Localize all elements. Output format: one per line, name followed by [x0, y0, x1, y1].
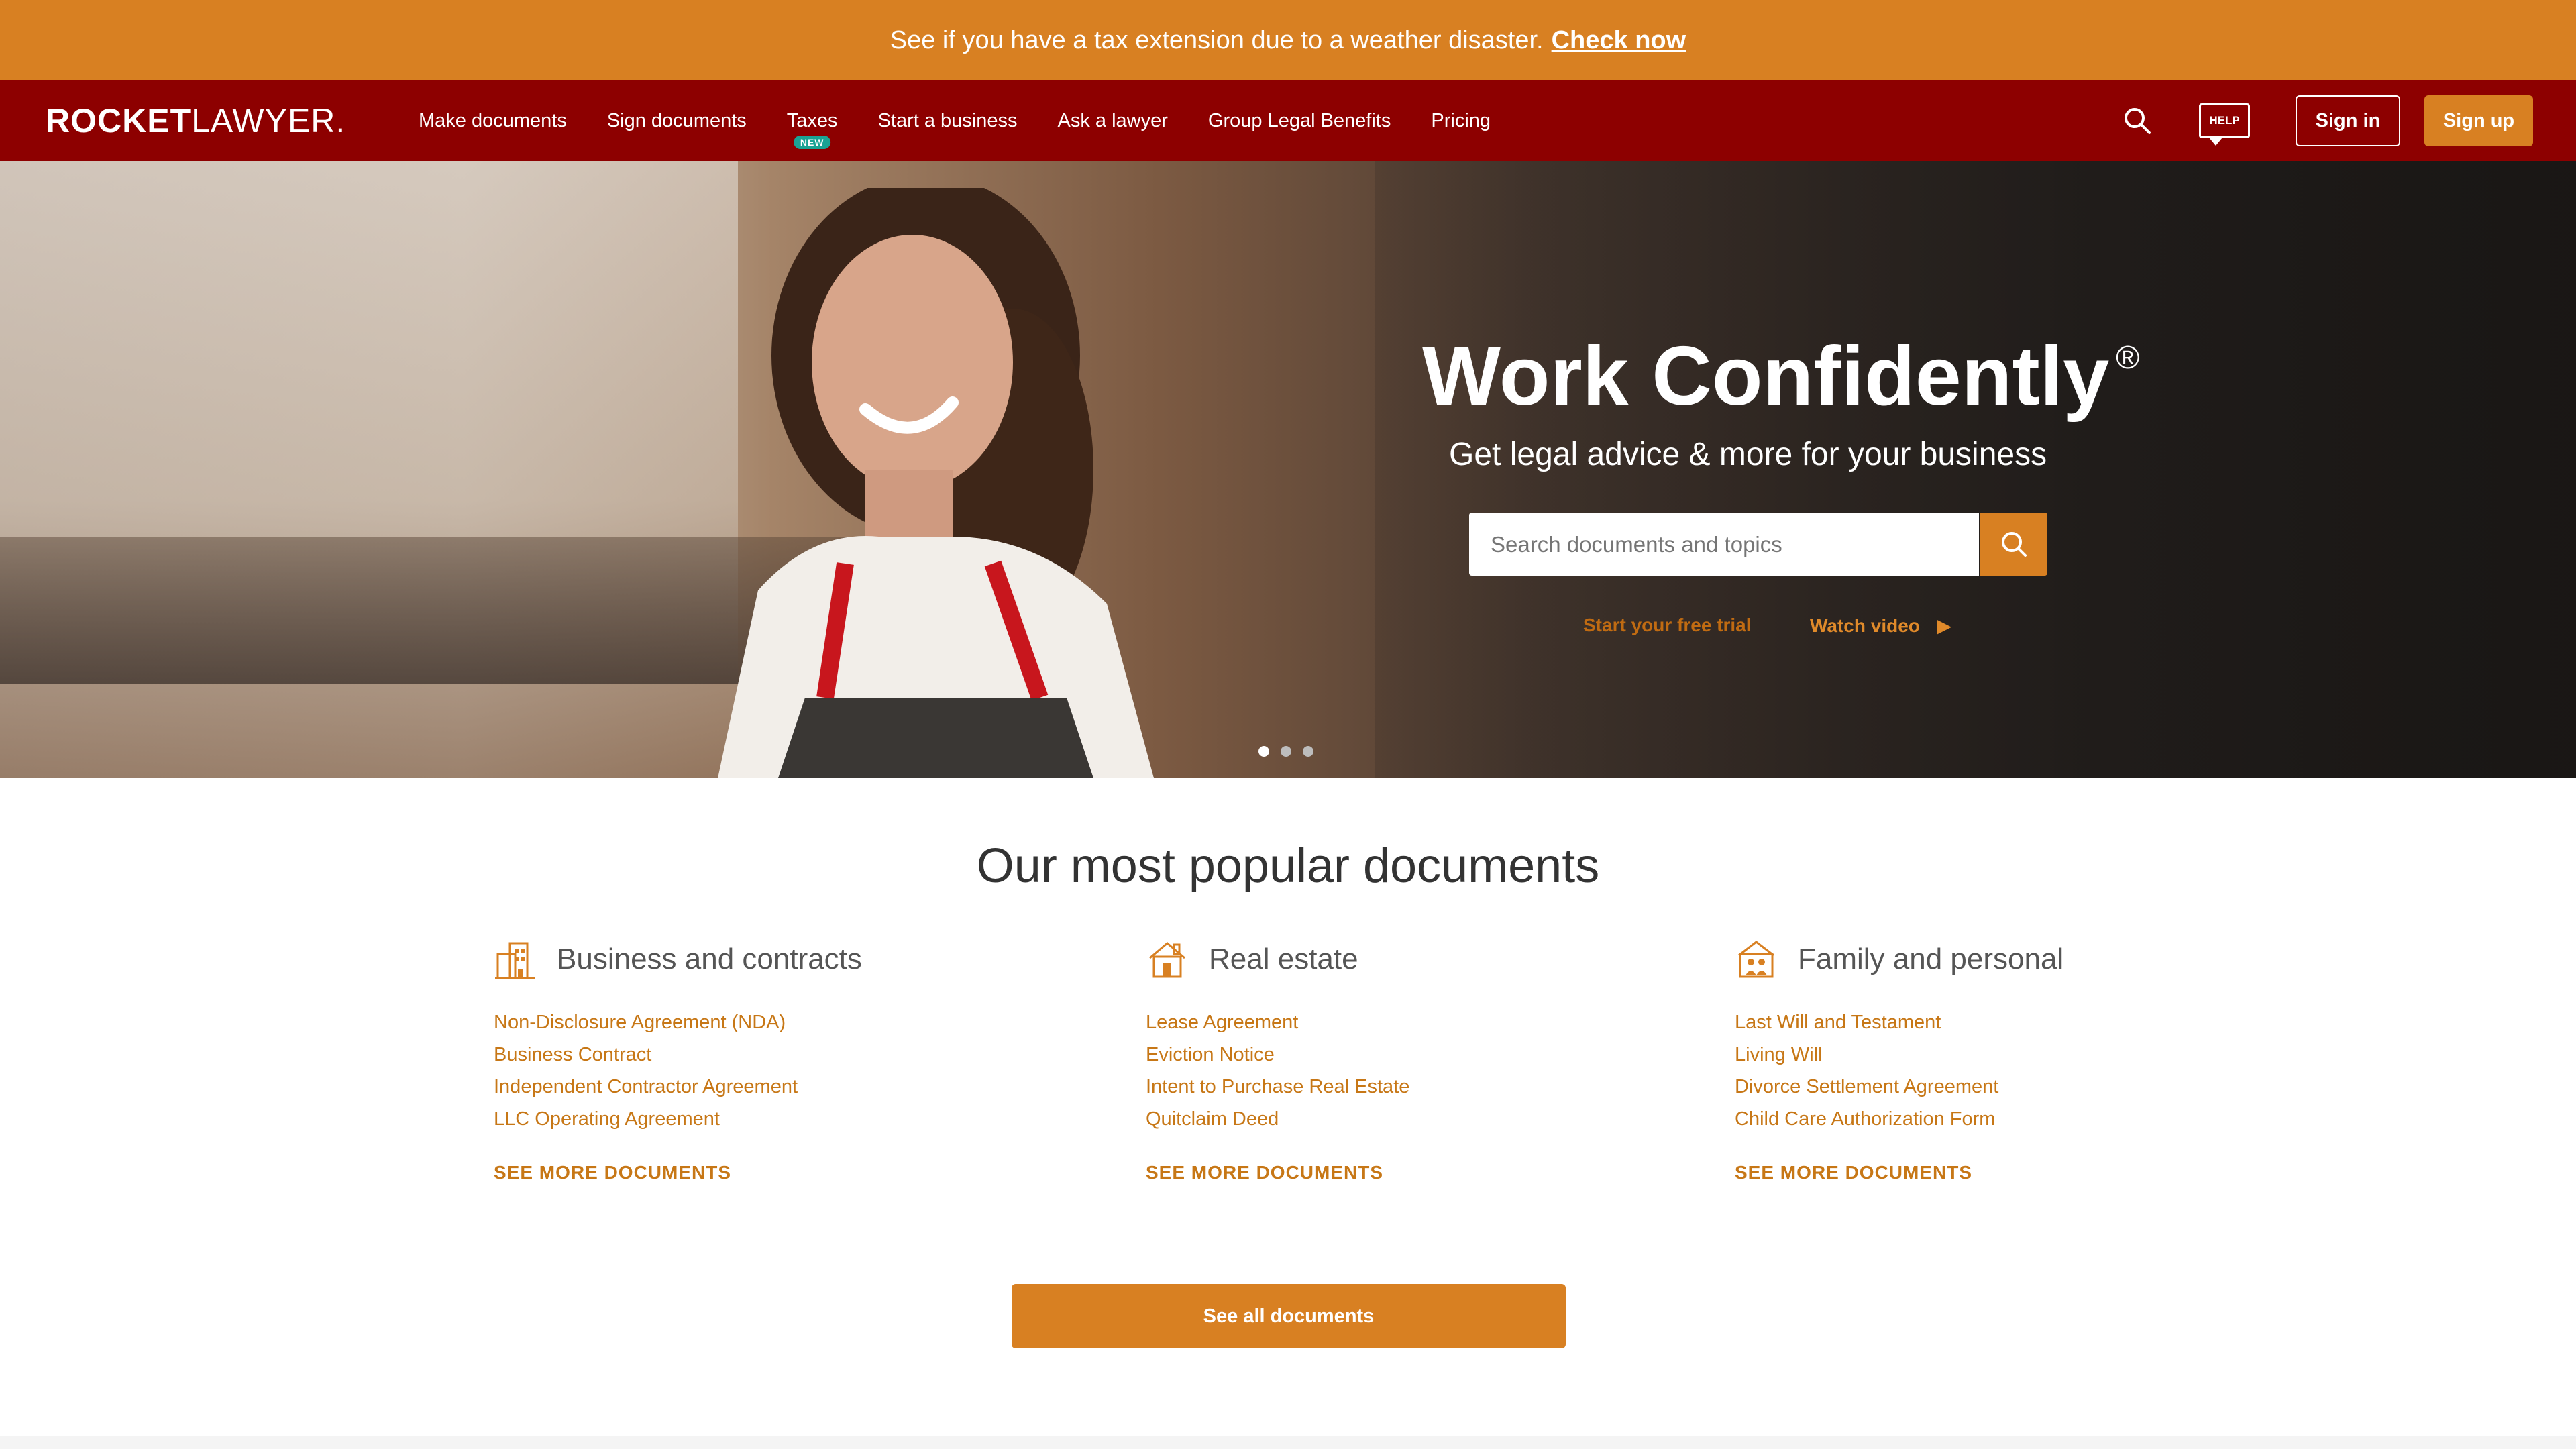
doc-link[interactable]: LLC Operating Agreement — [494, 1103, 862, 1135]
search-button[interactable] — [1980, 513, 2047, 576]
hero-photo-woman — [718, 188, 1154, 778]
carousel-dots — [1258, 746, 1325, 757]
hero-bg-left — [0, 161, 738, 778]
family-icon — [1738, 941, 1774, 978]
search-icon — [2002, 532, 2027, 557]
registered-mark: ® — [2116, 340, 2140, 376]
search-input[interactable] — [1469, 513, 1962, 577]
nav-taxes[interactable]: Taxes NEW — [786, 109, 838, 149]
doc-link[interactable]: Quitclaim Deed — [1146, 1103, 1409, 1135]
nav-right: HELP Sign in Sign up — [2123, 80, 2533, 161]
sign-in-button[interactable]: Sign in — [2296, 95, 2400, 146]
see-more-link[interactable]: SEE MORE DOCUMENTS — [1146, 1162, 1409, 1183]
house-icon — [1149, 942, 1185, 978]
hero-subtitle: Get legal advice & more for your busines… — [1449, 437, 2047, 472]
watch-video-label: Watch video — [1810, 615, 1920, 636]
rocket-lawyer-logo[interactable]: ROCKET LAWYER. — [46, 80, 345, 161]
alert-banner: See if you have a tax extension due to a… — [0, 0, 2576, 80]
alert-text: See if you have a tax extension due to a… — [890, 25, 1544, 54]
hero-banner: Work Confidently ® Get legal advice & mor… — [0, 161, 2576, 778]
hero-title-text: Work Confidently — [1422, 330, 2110, 423]
nav-start-business[interactable]: Start a business — [878, 110, 1018, 132]
search-icon[interactable] — [2123, 106, 2152, 136]
carousel-dot-3[interactable] — [1303, 746, 1313, 757]
help-label: HELP — [2209, 114, 2240, 127]
doc-link[interactable]: Last Will and Testament — [1735, 1006, 2063, 1038]
see-more-link[interactable]: SEE MORE DOCUMENTS — [1735, 1162, 2063, 1183]
doc-link[interactable]: Business Contract — [494, 1038, 862, 1071]
column-title: Family and personal — [1798, 943, 2064, 975]
logo-bold: ROCKET — [46, 102, 192, 140]
free-trial-link[interactable]: Start your free trial — [1583, 614, 1752, 636]
sign-up-button[interactable]: Sign up — [2424, 95, 2533, 146]
column-title: Real estate — [1209, 943, 1358, 975]
doc-link[interactable]: Child Care Authorization Form — [1735, 1103, 2063, 1135]
nav-taxes-label: Taxes — [786, 109, 838, 131]
main-nav: ROCKET LAWYER. Make documents Sign docume… — [0, 80, 2576, 161]
doc-link[interactable]: Divorce Settlement Agreement — [1735, 1071, 2063, 1103]
popular-documents-title: Our most popular documents — [976, 839, 1600, 893]
play-icon: ▶ — [1937, 615, 1952, 636]
nav-pricing[interactable]: Pricing — [1431, 110, 1491, 132]
logo-mark: . — [335, 102, 346, 140]
logo-light: LAWYER — [191, 102, 336, 140]
column-header: Family and personal — [1735, 932, 2063, 986]
column-header: Business and contracts — [494, 932, 862, 986]
doc-link[interactable]: Intent to Purchase Real Estate — [1146, 1071, 1409, 1103]
column-real-estate: Real estate Lease Agreement Eviction Not… — [1146, 932, 1409, 1183]
see-more-link[interactable]: SEE MORE DOCUMENTS — [494, 1162, 862, 1183]
check-now-link[interactable]: Check now — [1552, 26, 1686, 55]
doc-link[interactable]: Non-Disclosure Agreement (NDA) — [494, 1006, 862, 1038]
column-header: Real estate — [1146, 932, 1409, 986]
hero-search-box — [1469, 513, 1979, 577]
doc-link[interactable]: Eviction Notice — [1146, 1038, 1409, 1071]
watch-video-link[interactable]: Watch video ▶ — [1810, 614, 1951, 637]
column-business: Business and contracts Non-Disclosure Ag… — [494, 932, 862, 1183]
building-icon — [495, 942, 535, 979]
hero-title: Work Confidently ® — [1422, 329, 2140, 424]
nav-make-documents[interactable]: Make documents — [419, 110, 567, 132]
doc-link[interactable]: Independent Contractor Agreement — [494, 1071, 862, 1103]
column-title: Business and contracts — [557, 943, 862, 975]
carousel-dot-1[interactable] — [1258, 746, 1269, 757]
nav-links: Make documents Sign documents Taxes NEW … — [419, 80, 1531, 161]
see-all-documents-button[interactable]: See all documents — [1012, 1284, 1566, 1348]
new-badge: NEW — [793, 135, 831, 149]
nav-ask-lawyer[interactable]: Ask a lawyer — [1058, 110, 1168, 132]
footer-strip — [0, 1436, 2576, 1449]
column-family: Family and personal Last Will and Testam… — [1735, 932, 2063, 1183]
nav-group-legal-benefits[interactable]: Group Legal Benefits — [1208, 110, 1391, 132]
doc-link[interactable]: Living Will — [1735, 1038, 2063, 1071]
nav-sign-documents[interactable]: Sign documents — [607, 110, 747, 132]
carousel-dot-2[interactable] — [1281, 746, 1291, 757]
doc-link[interactable]: Lease Agreement — [1146, 1006, 1409, 1038]
help-icon[interactable]: HELP — [2199, 103, 2250, 146]
